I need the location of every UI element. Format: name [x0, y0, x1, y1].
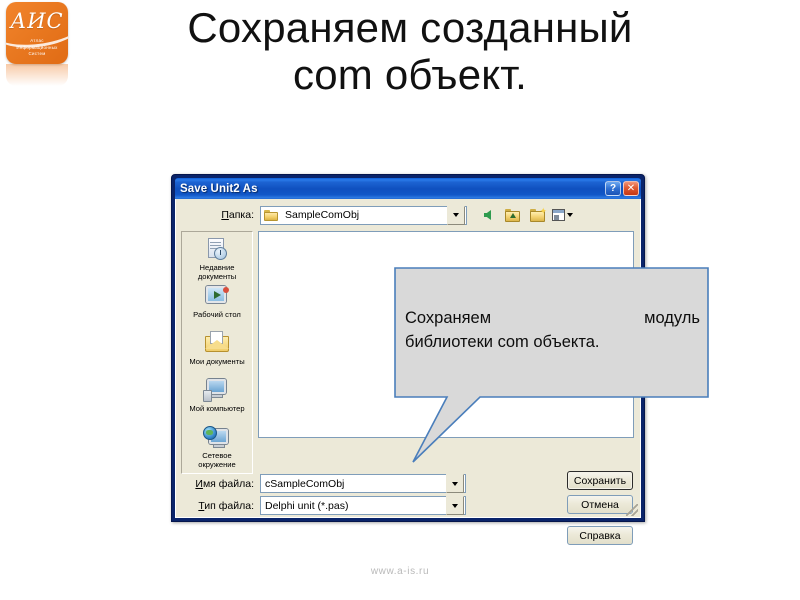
desktop-icon — [203, 284, 231, 310]
look-in-label: Папка: — [221, 209, 254, 221]
place-item-label: Мой компьютер — [189, 404, 245, 413]
cancel-button[interactable]: Отмена — [567, 495, 633, 514]
places-bar: Недавние документы Рабочий стол Мои докум… — [181, 231, 253, 474]
dialog-buttons: Сохранить Отмена Справка — [567, 471, 633, 550]
place-item-my-documents[interactable]: Мои документы — [182, 330, 252, 377]
folder-icon — [264, 209, 278, 221]
file-type-label-rest: ип файла: — [204, 499, 254, 512]
save-button-label: Сохранить — [573, 474, 627, 487]
place-item-recent-documents[interactable]: Недавние документы — [182, 236, 252, 283]
file-name-label-rest: мя файла: — [202, 477, 254, 490]
place-item-my-computer[interactable]: Мой компьютер — [182, 377, 252, 424]
file-name-label: Имя файла: — [195, 477, 254, 490]
up-one-level-icon[interactable] — [502, 205, 523, 225]
file-list-area[interactable] — [258, 231, 634, 438]
save-button[interactable]: Сохранить — [567, 471, 633, 490]
logo-subtitle-line3: Систем — [28, 51, 46, 56]
help-button[interactable]: Справка — [567, 526, 633, 545]
look-in-combo[interactable]: SampleComObj — [260, 205, 467, 225]
logo-mark: АИС — [10, 9, 64, 33]
cancel-button-label: Отмена — [581, 498, 619, 511]
my-documents-icon — [203, 331, 231, 357]
network-places-icon — [203, 425, 231, 451]
close-icon[interactable]: ✕ — [623, 181, 639, 196]
my-computer-icon — [203, 378, 231, 404]
dialog-title-bar[interactable]: Save Unit2 As ? ✕ — [175, 178, 641, 199]
place-item-desktop[interactable]: Рабочий стол — [182, 283, 252, 330]
chevron-down-icon[interactable] — [446, 496, 464, 515]
help-button-label: Справка — [579, 529, 621, 542]
recent-documents-icon — [203, 237, 231, 263]
file-type-value: Delphi unit (*.pas) — [265, 499, 349, 512]
place-item-label: Мои документы — [189, 357, 245, 366]
place-item-label: Сетевое окружение — [198, 451, 236, 469]
chevron-down-icon[interactable] — [446, 474, 464, 493]
page-title-line1: Сохраняем созданный — [187, 4, 633, 51]
back-arrow-icon[interactable] — [477, 205, 498, 225]
place-item-label: Недавние документы — [197, 263, 237, 281]
logo-subtitle: Атлас Информационных Систем — [6, 38, 68, 58]
dialog-body: Папка: SampleComObj ✦ Недавние документы… — [175, 199, 641, 545]
footer-url: www.a-is.ru — [370, 566, 430, 577]
chevron-down-icon[interactable] — [447, 205, 465, 225]
page-title: Сохраняем созданный com объект. — [100, 4, 720, 98]
look-in-row: Папка: SampleComObj ✦ — [176, 204, 640, 226]
look-in-value: SampleComObj — [285, 209, 360, 221]
logo-reflection — [6, 64, 68, 86]
look-in-label-rest: апка: — [228, 209, 254, 221]
dialog-toolbar: ✦ — [477, 205, 573, 225]
file-name-input[interactable]: cSampleComObj — [261, 478, 446, 490]
resize-grip[interactable] — [626, 504, 638, 516]
dialog-title: Save Unit2 As — [180, 182, 258, 195]
file-name-combo[interactable]: cSampleComObj — [260, 474, 466, 493]
help-button-icon[interactable]: ? — [605, 181, 621, 196]
company-logo: АИС Атлас Информационных Систем — [6, 2, 68, 64]
callout-line-1-right: модуль — [644, 309, 700, 327]
views-menu-icon[interactable] — [552, 205, 573, 225]
place-item-label: Рабочий стол — [193, 310, 241, 319]
file-type-combo[interactable]: Delphi unit (*.pas) — [260, 496, 466, 515]
save-as-dialog: Save Unit2 As ? ✕ Папка: SampleComObj ✦ — [171, 174, 645, 545]
file-type-label: Тип файла: — [198, 499, 254, 512]
place-item-network-places[interactable]: Сетевое окружение — [182, 424, 252, 471]
page-title-line2: com объект. — [293, 51, 527, 98]
create-new-folder-icon[interactable]: ✦ — [527, 205, 548, 225]
